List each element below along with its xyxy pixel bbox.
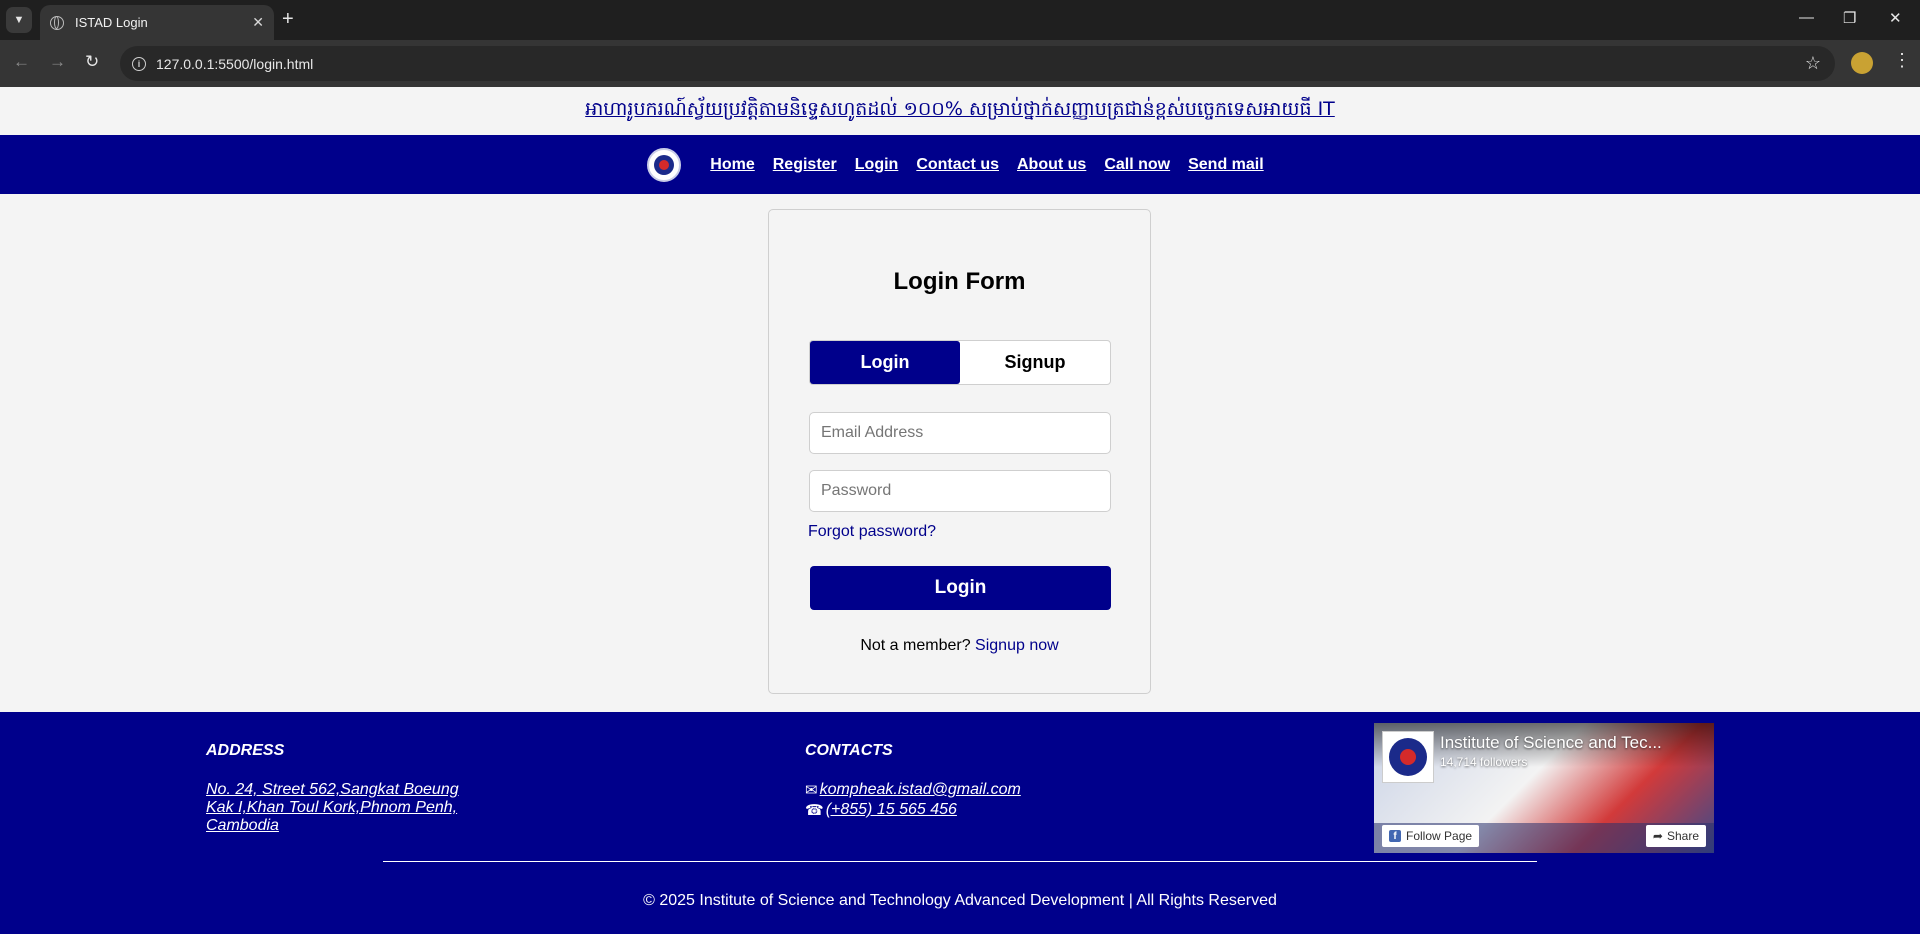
signup-now-link[interactable]: Signup now: [975, 637, 1059, 654]
phone-contact: ☎ (+855) 15 565 456: [805, 801, 957, 819]
window-close-icon[interactable]: ✕: [1889, 9, 1902, 27]
fb-followers-count: 14,714 followers: [1440, 755, 1528, 769]
fb-follow-button[interactable]: f Follow Page: [1382, 825, 1480, 847]
email-input[interactable]: [809, 412, 1111, 454]
tab-title: ISTAD Login: [75, 15, 148, 30]
fb-page-avatar[interactable]: [1382, 731, 1434, 783]
profile-avatar[interactable]: [1851, 52, 1873, 74]
site-footer: ADDRESS No. 24, Street 562,Sangkat Boeun…: [0, 712, 1920, 934]
nav-home[interactable]: Home: [710, 156, 754, 174]
istad-logo-icon[interactable]: [647, 147, 682, 182]
browser-tab[interactable]: ISTAD Login ✕: [40, 5, 274, 40]
facebook-page-widget[interactable]: Institute of Science and Tec... 14,714 f…: [1374, 723, 1714, 853]
address-heading: ADDRESS: [206, 742, 285, 759]
fb-share-label: Share: [1666, 829, 1699, 843]
login-signup-toggle: Login Signup: [809, 340, 1111, 385]
globe-icon: [50, 15, 64, 30]
contacts-heading: CONTACTS: [805, 742, 893, 759]
envelope-icon: ✉: [805, 782, 818, 799]
site-info-icon[interactable]: i: [132, 56, 146, 71]
more-menu-icon[interactable]: ⋮: [1893, 50, 1911, 71]
share-arrow-icon: ➦: [1652, 829, 1663, 843]
url-text[interactable]: 127.0.0.1:5500/login.html: [156, 56, 313, 72]
announcement-marquee: អាហារូបករណ៍ស្វ័យប្រវត្តិតាមនិទ្ទេសហូតដល់…: [585, 98, 1335, 120]
fb-share-button[interactable]: ➦ Share: [1645, 825, 1706, 847]
tab-search-chevron-icon[interactable]: ▼: [6, 7, 32, 33]
back-arrow-icon[interactable]: ←: [13, 52, 30, 72]
minimize-icon[interactable]: —: [1799, 9, 1814, 26]
bookmark-star-icon[interactable]: ☆: [1805, 53, 1821, 74]
close-icon[interactable]: ✕: [252, 14, 264, 31]
main-navbar: Home Register Login Contact us About us …: [0, 135, 1920, 194]
browser-toolbar: ← → ↻ i 127.0.0.1:5500/login.html ☆ ⋮: [0, 40, 1920, 87]
phone-link[interactable]: (+855) 15 565 456: [826, 801, 957, 819]
footer-divider: [383, 861, 1537, 862]
not-member-text: Not a member?: [860, 637, 971, 654]
reload-icon[interactable]: ↻: [85, 52, 99, 72]
login-submit-button[interactable]: Login: [810, 566, 1111, 610]
forgot-password-link[interactable]: Forgot password?: [808, 523, 936, 541]
nav-send-mail[interactable]: Send mail: [1188, 156, 1264, 174]
signup-prompt: Not a member? Signup now: [769, 637, 1150, 655]
page-content: អាហារូបករណ៍ស្វ័យប្រវត្តិតាមនិទ្ទេសហូតដល់…: [0, 87, 1920, 934]
restore-icon[interactable]: ❐: [1843, 9, 1856, 27]
phone-icon: ☎: [805, 802, 824, 819]
browser-tab-strip: ▼ ISTAD Login ✕ + — ❐ ✕: [0, 0, 1920, 40]
forward-arrow-icon[interactable]: →: [49, 52, 66, 72]
nav-call-now[interactable]: Call now: [1104, 156, 1170, 174]
fb-follow-label: Follow Page: [1406, 829, 1473, 843]
toggle-signup-tab[interactable]: Signup: [960, 341, 1110, 384]
facebook-icon: f: [1389, 830, 1401, 842]
email-contact: ✉ kompheak.istad@gmail.com: [805, 781, 1021, 799]
email-link[interactable]: kompheak.istad@gmail.com: [820, 781, 1021, 799]
nav-login[interactable]: Login: [855, 156, 899, 174]
nav-contact-us[interactable]: Contact us: [916, 156, 999, 174]
address-bar[interactable]: i 127.0.0.1:5500/login.html ☆: [120, 46, 1835, 81]
login-form-title: Login Form: [893, 268, 1026, 295]
nav-about-us[interactable]: About us: [1017, 156, 1086, 174]
copyright-text: © 2025 Institute of Science and Technolo…: [643, 892, 1277, 909]
fb-page-name[interactable]: Institute of Science and Tec...: [1440, 733, 1695, 753]
toggle-login-tab[interactable]: Login: [810, 341, 960, 384]
new-tab-plus-icon[interactable]: +: [282, 8, 294, 30]
address-link[interactable]: No. 24, Street 562,Sangkat Boeung Kak I,…: [206, 781, 486, 835]
password-input[interactable]: [809, 470, 1111, 512]
login-card: Login Form Login Signup Forgot password?…: [768, 209, 1151, 694]
nav-register[interactable]: Register: [773, 156, 837, 174]
